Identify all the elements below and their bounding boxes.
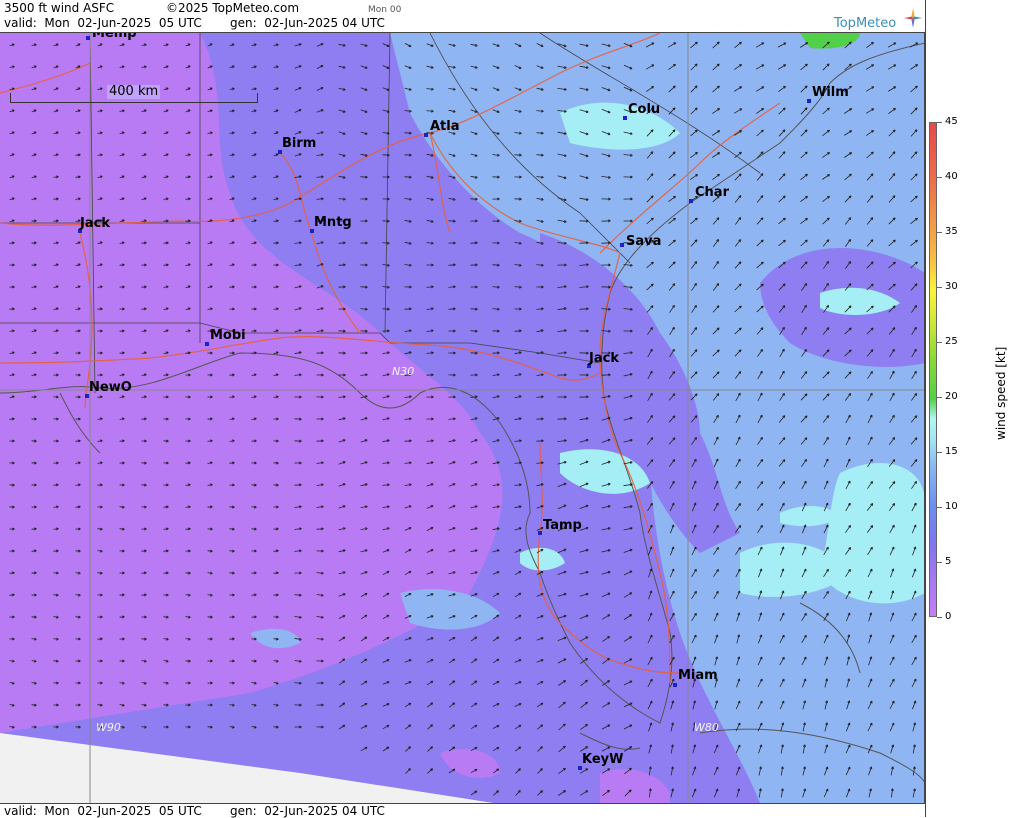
legend-tick-mark bbox=[937, 562, 942, 563]
valid-time: valid: Mon 02-Jun-2025 05 UTC bbox=[4, 16, 202, 30]
generated-time: gen: 02-Jun-2025 04 UTC bbox=[230, 16, 385, 30]
legend-tick-label: 30 bbox=[945, 281, 958, 292]
wind-map: 400 km N30 W90 W80 Memp Birm Atla Colu W… bbox=[0, 32, 925, 803]
latitude-label: N30 bbox=[392, 365, 415, 378]
topmeteo-logo: TopMeteo bbox=[834, 8, 924, 32]
legend-tick-mark bbox=[937, 452, 942, 453]
legend-tick-label: 20 bbox=[945, 391, 958, 402]
legend-title: wind speed [kt] bbox=[994, 346, 1008, 440]
longitude-label-west: W90 bbox=[96, 721, 121, 734]
legend-tick-label: 0 bbox=[945, 611, 952, 622]
logo-text: TopMeteo bbox=[834, 16, 897, 31]
legend-tick-mark bbox=[937, 287, 942, 288]
legend-tick-label: 10 bbox=[945, 501, 958, 512]
footer-valid-time: valid: Mon 02-Jun-2025 05 UTC bbox=[4, 804, 202, 818]
legend-tick-mark bbox=[937, 507, 942, 508]
legend-tick-label: 40 bbox=[945, 171, 958, 182]
wind-speed-colorbar bbox=[929, 122, 937, 617]
longitude-label-east: W80 bbox=[694, 721, 719, 734]
legend-tick-label: 45 bbox=[945, 116, 958, 127]
legend-tick-mark bbox=[937, 177, 942, 178]
wind-map-canvas bbox=[0, 33, 924, 803]
legend-tick-mark bbox=[937, 397, 942, 398]
day-label: Mon 00 bbox=[368, 5, 402, 15]
legend-tick-mark bbox=[937, 122, 942, 123]
compass-star-icon bbox=[904, 8, 922, 28]
product-title: 3500 ft wind ASFC bbox=[4, 1, 115, 15]
legend-tick-mark bbox=[937, 617, 942, 618]
footer-generated-time: gen: 02-Jun-2025 04 UTC bbox=[230, 804, 385, 818]
header-bar: 3500 ft wind ASFC ©2025 TopMeteo.com Mon… bbox=[0, 0, 925, 32]
legend-tick-mark bbox=[937, 232, 942, 233]
legend-tick-mark bbox=[937, 342, 942, 343]
legend-tick-label: 25 bbox=[945, 336, 958, 347]
scale-label: 400 km bbox=[107, 84, 161, 99]
footer-bar: valid: Mon 02-Jun-2025 05 UTC gen: 02-Ju… bbox=[0, 803, 925, 818]
copyright-text: ©2025 TopMeteo.com bbox=[166, 1, 300, 15]
legend-tick-label: 35 bbox=[945, 226, 958, 237]
legend-tick-label: 15 bbox=[945, 446, 958, 457]
legend-tick-label: 5 bbox=[945, 556, 952, 567]
